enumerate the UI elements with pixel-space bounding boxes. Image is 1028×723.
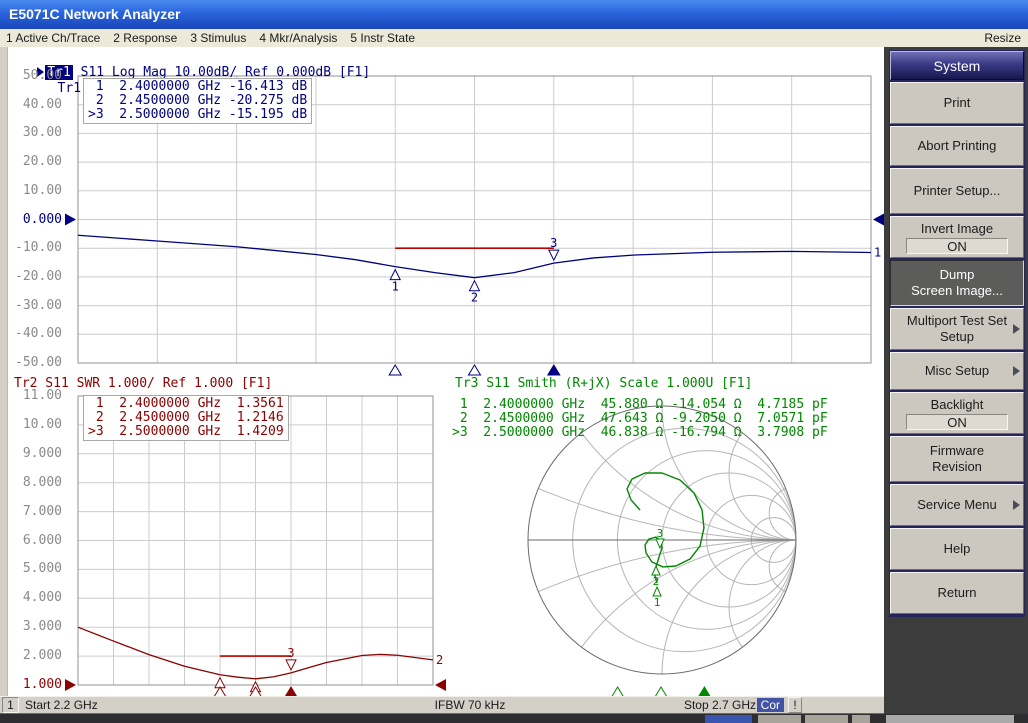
plot-area-background	[0, 47, 884, 696]
menu-item-4-mkr-analysis[interactable]: 4 Mkr/Analysis	[257, 31, 339, 45]
softkey-toggle-state: ON	[906, 238, 1008, 254]
channel-indicator: 1	[2, 697, 19, 713]
menu-item-3-stimulus[interactable]: 3 Stimulus	[188, 31, 248, 45]
status-bar: 1 Start 2.2 GHz IFBW 70 kHz Stop 2.7 GHz…	[0, 696, 884, 714]
menu-bar: 1 Active Ch/Trace 2 Response 3 Stimulus 4 M…	[0, 29, 1028, 48]
softkey-abort-printing[interactable]: Abort Printing	[890, 126, 1024, 166]
softkey-dump-screen-image[interactable]: Dump Screen Image...	[890, 260, 1024, 306]
softkey-label: Help	[944, 541, 971, 557]
submenu-arrow-icon	[1013, 500, 1020, 510]
softkey-help[interactable]: Help	[890, 528, 1024, 570]
softkey-label: Dump Screen Image...	[911, 267, 1003, 299]
softkey-label: Service Menu	[917, 497, 996, 513]
menu-item-5-instr-state[interactable]: 5 Instr State	[348, 31, 417, 45]
softkey-label: Invert Image	[921, 221, 993, 237]
correction-status-badge: Cor	[757, 698, 784, 712]
taskbar-button-fragment	[852, 715, 870, 723]
window-title[interactable]: E5071C Network Analyzer	[0, 0, 1028, 29]
submenu-arrow-icon	[1013, 366, 1020, 376]
menu-item-2-response[interactable]: 2 Response	[111, 31, 179, 45]
softkey-service-menu[interactable]: Service Menu	[890, 484, 1024, 526]
start-frequency-label[interactable]: Start 2.2 GHz	[25, 698, 98, 712]
softkey-column: System Print Abort Printing Printer Setup.…	[889, 50, 1025, 617]
softkey-label: Abort Printing	[918, 138, 997, 154]
softkey-firmware-revision[interactable]: Firmware Revision	[890, 436, 1024, 482]
softkey-multiport-test-set-setup[interactable]: Multiport Test Set Setup	[890, 308, 1024, 350]
menu-item-resize[interactable]: Resize	[984, 31, 1028, 45]
clock-fragment	[886, 715, 1014, 723]
softkey-label: Misc Setup	[925, 363, 989, 379]
softkey-sidebar: System Print Abort Printing Printer Setup.…	[884, 47, 1028, 723]
softkey-menu-title: System	[890, 51, 1024, 80]
softkey-print[interactable]: Print	[890, 82, 1024, 124]
softkey-label: Return	[937, 585, 976, 601]
submenu-arrow-icon	[1013, 324, 1020, 334]
ifbw-label[interactable]: IFBW 70 kHz	[400, 698, 540, 712]
taskbar-cutoff-strip	[0, 714, 1028, 723]
softkey-toggle-state: ON	[906, 414, 1008, 430]
menu-item-1-active-ch-trace[interactable]: 1 Active Ch/Trace	[4, 31, 102, 45]
softkey-label: Multiport Test Set Setup	[907, 313, 1007, 345]
softkey-label: Print	[944, 95, 971, 111]
taskbar-button-fragment	[758, 715, 801, 723]
stop-frequency-label[interactable]: Stop 2.7 GHz	[684, 698, 756, 712]
softkey-label: Backlight	[931, 397, 984, 413]
softkey-label: Firmware Revision	[930, 443, 984, 475]
taskbar-button-fragment	[705, 715, 752, 723]
taskbar-button-fragment	[805, 715, 848, 723]
softkey-printer-setup[interactable]: Printer Setup...	[890, 168, 1024, 214]
softkey-backlight[interactable]: BacklightON	[890, 392, 1024, 434]
softkey-invert-image[interactable]: Invert ImageON	[890, 216, 1024, 258]
alert-badge[interactable]: !	[788, 697, 802, 713]
left-edge-strip	[0, 47, 8, 696]
menu-items: 1 Active Ch/Trace 2 Response 3 Stimulus 4 M…	[0, 31, 984, 45]
softkey-label: Printer Setup...	[914, 183, 1001, 199]
softkey-return[interactable]: Return	[890, 572, 1024, 614]
softkey-misc-setup[interactable]: Misc Setup	[890, 352, 1024, 390]
